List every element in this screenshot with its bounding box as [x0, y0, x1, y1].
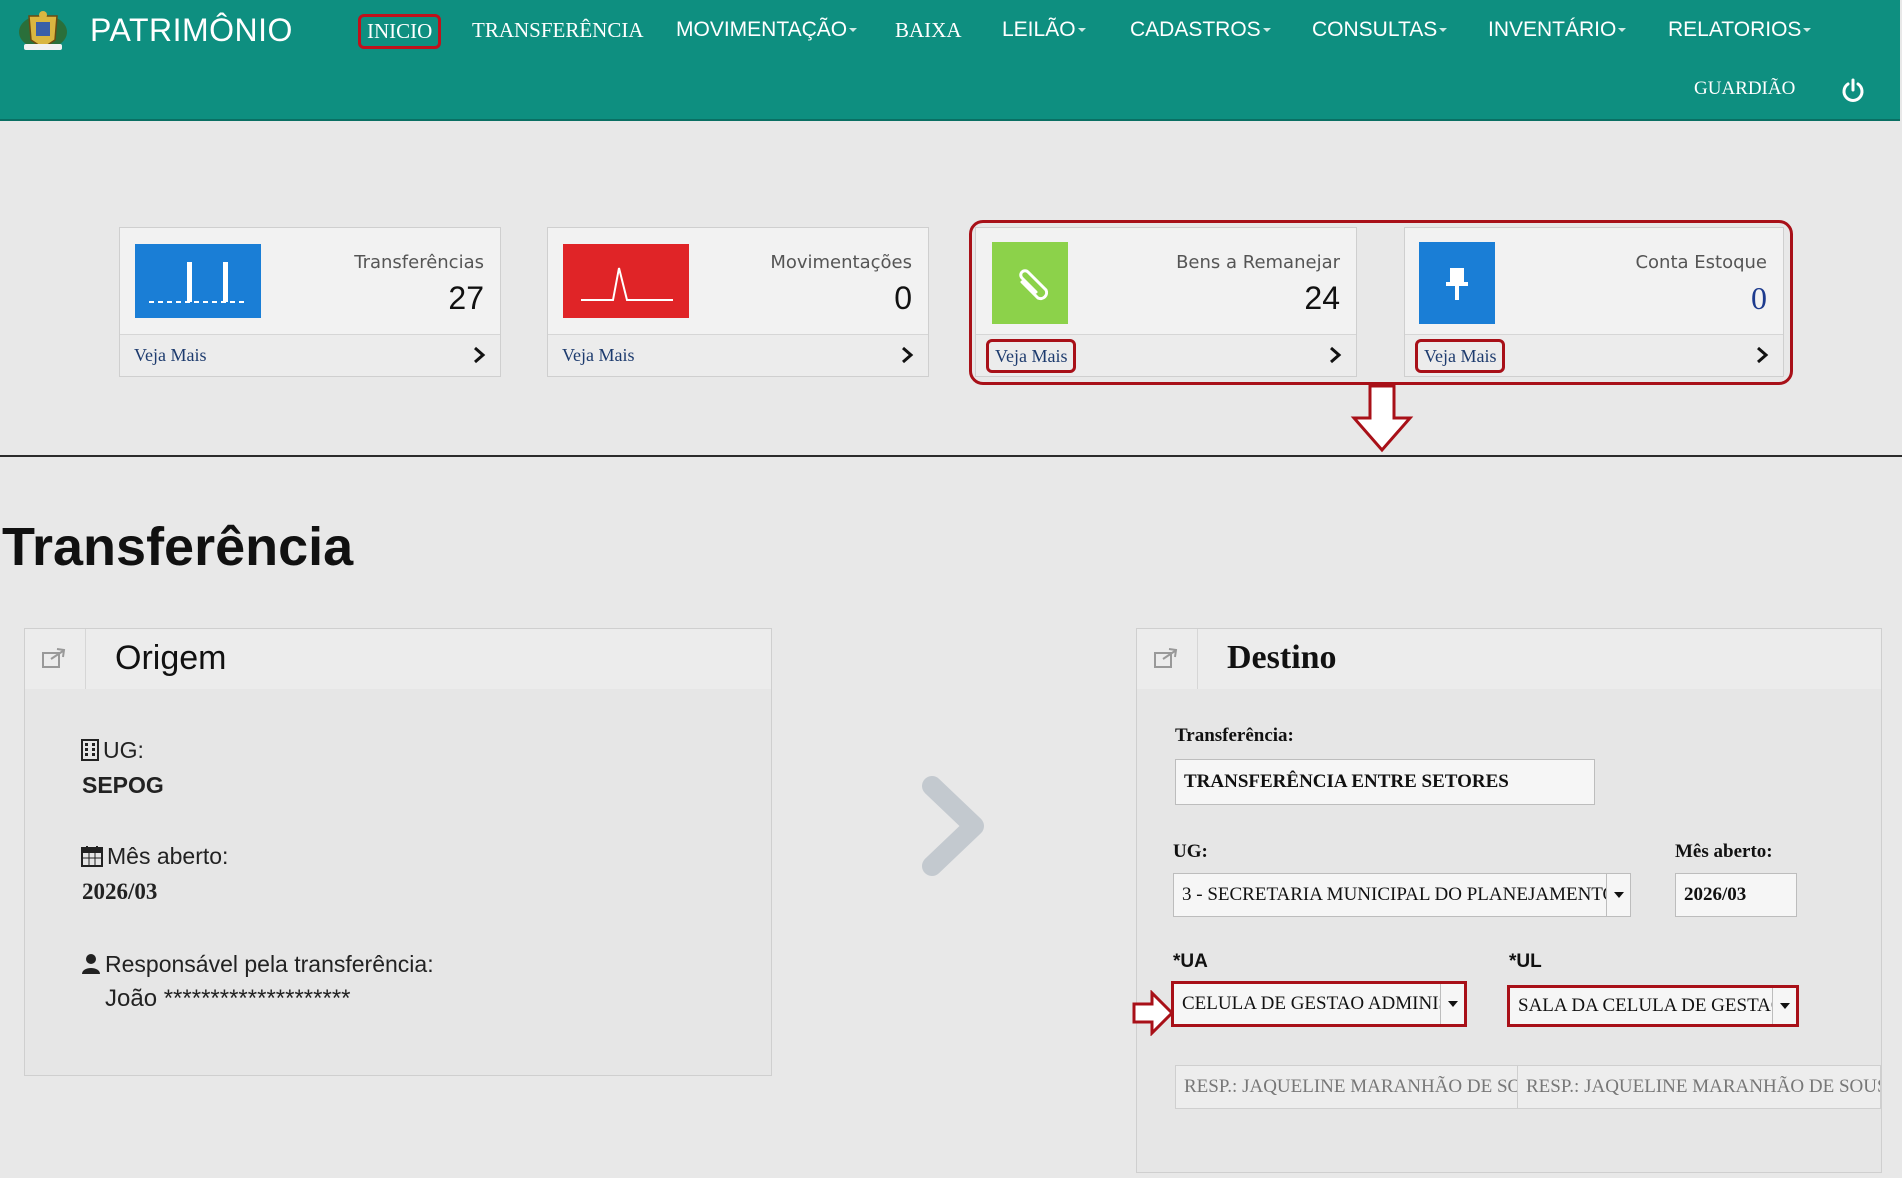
divider — [0, 455, 1902, 457]
coat-of-arms-icon[interactable] — [14, 6, 72, 52]
veja-mais-link[interactable]: Veja Mais — [562, 345, 634, 366]
share-icon[interactable] — [1153, 645, 1179, 671]
destino-title: Destino — [1227, 639, 1337, 676]
card-transferencias: Transferências 27 Veja Mais — [119, 227, 501, 377]
pulse-icon — [563, 244, 689, 318]
mes-aberto-field[interactable]: 2026/03 — [1675, 873, 1797, 917]
card-movimentacoes: Movimentações 0 Veja Mais — [547, 227, 929, 377]
caret-down-icon — [1077, 28, 1086, 33]
caret-down-icon — [849, 28, 858, 33]
nav-relatorios[interactable]: RELATORIOS — [1668, 18, 1812, 42]
dropdown-arrow-icon[interactable] — [1772, 988, 1796, 1024]
nav-inventario[interactable]: INVENTÁRIO — [1488, 18, 1627, 42]
resp-ua-field: RESP.: JAQUELINE MARANHÃO DE SOUSA — [1175, 1065, 1547, 1109]
user-icon — [82, 954, 100, 974]
dropdown-arrow-icon[interactable] — [1606, 874, 1630, 916]
nav-transferencia[interactable]: TRANSFERÊNCIA — [472, 18, 644, 43]
user-name[interactable]: GUARDIÃO — [1694, 78, 1795, 100]
card-value: 0 — [894, 280, 912, 316]
dropdown-arrow-icon[interactable] — [1440, 984, 1464, 1024]
highlight-box — [969, 220, 1793, 385]
power-icon[interactable] — [1840, 78, 1866, 104]
building-icon — [81, 739, 99, 761]
chevron-right-icon — [922, 776, 984, 876]
transferencia-field[interactable]: TRANSFERÊNCIA ENTRE SETORES — [1175, 759, 1595, 805]
ul-label: *UL — [1509, 951, 1542, 972]
ul-select[interactable]: SALA DA CELULA DE GESTAO — [1507, 985, 1799, 1027]
ua-select[interactable]: CELULA DE GESTAO ADMINISTRATIVA — [1171, 981, 1467, 1027]
caret-down-icon — [1262, 28, 1271, 33]
ug-select[interactable]: 3 - SECRETARIA MUNICIPAL DO PLANEJAMENTO — [1173, 873, 1631, 917]
mes-label: Mês aberto: — [81, 843, 228, 870]
card-footer[interactable]: Veja Mais — [120, 334, 500, 376]
nav-consultas[interactable]: CONSULTAS — [1312, 18, 1448, 42]
arrow-down-icon — [1350, 384, 1414, 453]
ug-label: UG: — [81, 737, 144, 764]
caret-down-icon — [1618, 28, 1627, 33]
card-label: Movimentações — [770, 252, 912, 273]
ua-label: *UA — [1173, 951, 1208, 972]
chevron-right-icon[interactable] — [900, 345, 914, 365]
panel-header: Origem — [25, 629, 771, 689]
separator — [85, 629, 86, 689]
card-label: Transferências — [354, 252, 484, 273]
caret-down-icon — [1803, 28, 1812, 33]
page-title: Transferência — [2, 517, 354, 577]
nav-baixa[interactable]: BAIXA — [895, 18, 962, 43]
app-title[interactable]: PATRIMÔNIO — [90, 12, 293, 49]
chevron-right-icon[interactable] — [472, 345, 486, 365]
resp-ul-field: RESP.: JAQUELINE MARANHÃO DE SOUSA — [1517, 1065, 1881, 1109]
separator — [1197, 629, 1198, 689]
card-footer[interactable]: Veja Mais — [548, 334, 928, 376]
nav-leilao[interactable]: LEILÃO — [1002, 18, 1086, 42]
veja-mais-link[interactable]: Veja Mais — [134, 345, 206, 366]
destino-panel: Destino Transferência: TRANSFERÊNCIA ENT… — [1136, 628, 1882, 1173]
origem-title: Origem — [115, 639, 227, 677]
nav-cadastros[interactable]: CADASTROS — [1130, 18, 1271, 42]
nav-inicio[interactable]: INICIO — [358, 14, 442, 49]
top-navbar: PATRIMÔNIO INICIO TRANSFERÊNCIA MOVIMENT… — [0, 0, 1900, 121]
bar-chart-icon — [135, 244, 261, 318]
arrow-right-icon — [1132, 990, 1174, 1036]
calendar-icon — [81, 846, 103, 867]
share-icon[interactable] — [41, 645, 67, 671]
card-value: 27 — [448, 280, 484, 316]
nav-movimentacao[interactable]: MOVIMENTAÇÃO — [676, 18, 858, 42]
panel-header: Destino — [1137, 629, 1881, 689]
resp-label: Responsável pela transferência: — [81, 951, 434, 978]
resp-value: João ******************** — [105, 985, 351, 1012]
mes-value: 2026/03 — [82, 879, 158, 904]
ug-value: SEPOG — [82, 772, 164, 798]
ug-label: UG: — [1173, 841, 1208, 862]
mes-aberto-label: Mês aberto: — [1675, 841, 1773, 862]
caret-down-icon — [1439, 28, 1448, 33]
origem-panel: Origem UG: SEPOG Mês aberto: 2026/03 Res… — [24, 628, 772, 1076]
transferencia-label: Transferência: — [1175, 725, 1294, 746]
